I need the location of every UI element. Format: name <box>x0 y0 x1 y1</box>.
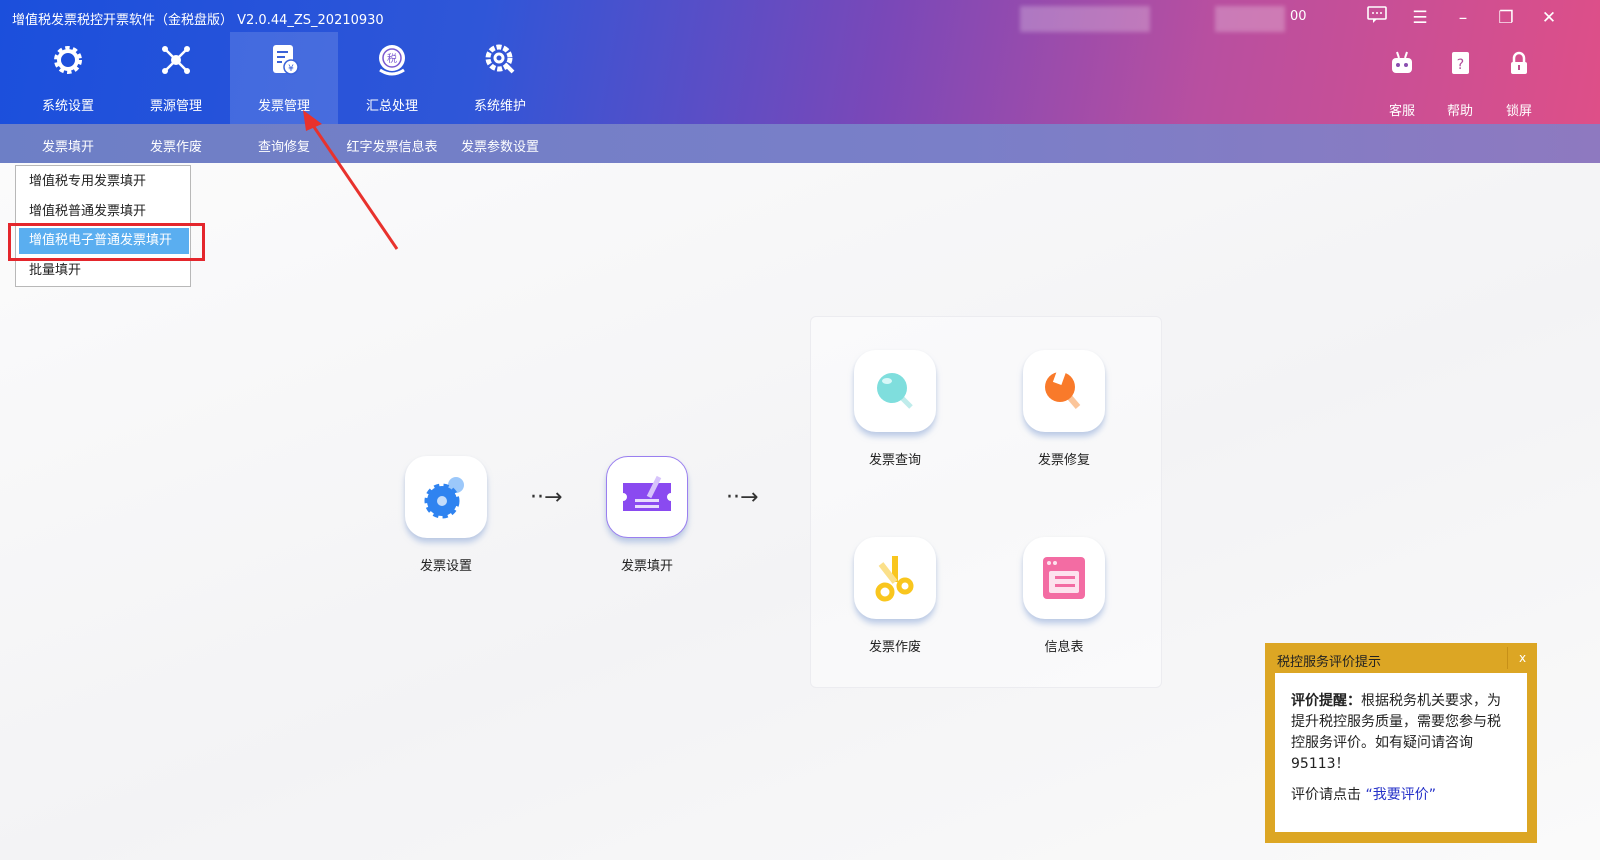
nav-lock-screen[interactable]: 锁屏 <box>1491 50 1547 119</box>
lock-icon <box>1511 51 1527 74</box>
popup-bold-label: 评价提醒： <box>1291 693 1361 709</box>
panel-invoice-void[interactable] <box>854 537 936 619</box>
panel-label: 信息表 <box>1044 640 1084 655</box>
window-title: 增值税发票税控开票软件（金税盘版） V2.0.44_ZS_20210930 <box>12 13 384 28</box>
message-icon[interactable] <box>1365 6 1389 30</box>
menu-icon[interactable]: ☰ <box>1408 6 1432 30</box>
nav-system-settings[interactable]: 系统设置 <box>14 32 122 124</box>
maintenance-icon <box>485 44 515 74</box>
nav-maintenance[interactable]: 系统维护 <box>446 32 554 124</box>
panel-invoice-repair[interactable] <box>1023 350 1105 432</box>
subnav-query-repair[interactable]: 查询修复 <box>258 136 310 155</box>
svg-text:¥: ¥ <box>288 64 294 74</box>
dropdown-item-normal-vat[interactable]: 增值税普通发票填开 <box>19 199 189 225</box>
wrench-icon <box>1045 368 1081 409</box>
highlight-box <box>8 223 205 261</box>
nav-summary[interactable]: 税 汇总处理 <box>338 32 446 124</box>
robot-icon <box>1392 51 1412 73</box>
nav-help[interactable]: ? 帮助 <box>1432 50 1488 119</box>
panel-invoice-query[interactable] <box>854 350 936 432</box>
svg-text:?: ? <box>1457 57 1464 73</box>
subnav-invoice-fill[interactable]: 发票填开 <box>42 136 94 155</box>
partial-text: 00 <box>1290 9 1307 24</box>
dropdown-item-special-vat[interactable]: 增值税专用发票填开 <box>19 169 189 195</box>
blurred-info <box>1020 6 1150 32</box>
nav-customer-service[interactable]: 客服 <box>1374 50 1430 119</box>
header: 增值税发票税控开票软件（金税盘版） V2.0.44_ZS_20210930 00… <box>0 0 1600 124</box>
minimize-icon[interactable]: – <box>1451 6 1475 30</box>
evaluate-link[interactable]: “我要评价” <box>1365 787 1436 803</box>
dropdown-item-batch[interactable]: 批量填开 <box>19 258 189 284</box>
panel-info-table[interactable] <box>1023 537 1105 619</box>
sub-nav: 发票填开 发票作废 查询修复 红字发票信息表 发票参数设置 <box>0 124 1600 163</box>
subnav-invoice-params[interactable]: 发票参数设置 <box>461 136 539 155</box>
flow-arrow-icon: ··→ <box>530 485 563 510</box>
nav-invoice-management[interactable]: ¥ 发票管理 <box>230 32 338 124</box>
help-icon: ? <box>1452 52 1469 74</box>
panel-label: 发票修复 <box>1037 453 1091 468</box>
invoice-icon: ¥ <box>273 45 299 75</box>
evaluation-popup: 税控服务评价提示 x 评价提醒：根据税务机关要求，为提升税控服务质量，需要您参与… <box>1265 643 1537 843</box>
invoice-fill-icon <box>623 475 671 511</box>
gear-icon <box>54 46 82 74</box>
close-icon[interactable]: ✕ <box>1537 6 1561 30</box>
flow-label: 发票填开 <box>620 559 674 574</box>
panel-label: 发票作废 <box>868 640 922 655</box>
flow-label: 发票设置 <box>419 559 473 574</box>
popup-title: 税控服务评价提示 <box>1277 655 1382 670</box>
panel-label: 发票查询 <box>868 453 922 468</box>
network-icon <box>162 46 190 74</box>
subnav-invoice-void[interactable]: 发票作废 <box>150 136 202 155</box>
scissors-icon <box>875 556 914 602</box>
flow-arrow-icon: ··→ <box>726 485 759 510</box>
tax-summary-icon: 税 <box>379 45 405 76</box>
restore-icon[interactable]: ❐ <box>1494 6 1518 30</box>
blurred-info <box>1215 6 1285 32</box>
flow-invoice-fill[interactable] <box>606 456 688 538</box>
info-table-icon <box>1043 557 1085 599</box>
popup-body: 评价提醒：根据税务机关要求，为提升税控服务质量，需要您参与税控服务评价。如有疑问… <box>1275 673 1527 832</box>
popup-close-button[interactable]: x <box>1507 647 1537 669</box>
magnifier-icon <box>877 373 913 409</box>
popup-prompt: 评价请点击 <box>1291 787 1361 803</box>
svg-text:税: 税 <box>387 52 397 65</box>
subnav-red-invoice-info[interactable]: 红字发票信息表 <box>346 136 437 155</box>
nav-ticket-source[interactable]: 票源管理 <box>122 32 230 124</box>
gear-settings-icon <box>424 477 464 519</box>
flow-invoice-settings[interactable] <box>405 456 487 538</box>
